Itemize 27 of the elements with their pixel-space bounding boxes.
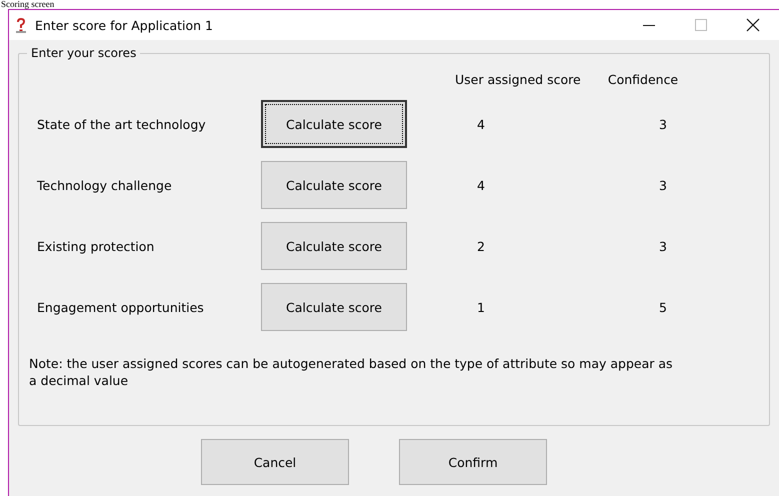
confidence-value: 3 [658, 116, 668, 132]
calculate-score-button[interactable]: Calculate score [261, 222, 407, 270]
close-icon [746, 18, 760, 32]
calculate-score-button[interactable]: Calculate score [261, 100, 407, 148]
column-header: Confidence [606, 72, 680, 87]
row-label: Engagement opportunities [37, 300, 205, 314]
calculate-score-button[interactable]: Calculate score [261, 161, 407, 209]
confidence-value: 3 [658, 238, 668, 254]
row-label: Technology challenge [37, 178, 173, 192]
group-legend: Enter your scores [27, 46, 140, 60]
window-title: Enter score for Application 1 [35, 18, 214, 32]
dialog-button[interactable]: Cancel [201, 439, 349, 485]
score-value: 4 [476, 116, 486, 132]
question-mark-icon [15, 17, 27, 33]
score-value: 2 [476, 238, 486, 254]
column-header: User assigned score [454, 72, 582, 87]
score-value: 4 [476, 178, 486, 192]
calculate-score-button[interactable]: Calculate score [261, 283, 407, 331]
dialog-button[interactable]: Confirm [399, 439, 547, 485]
score-value: 1 [476, 300, 486, 314]
row-label: State of the art technology [37, 116, 207, 132]
confidence-value: 3 [658, 178, 668, 192]
note-text: Note: the user assigned scores can be autogenerated based on the type of attribute so may appear as a decimal value [29, 355, 674, 389]
confidence-value: 5 [658, 300, 668, 314]
caption: Scoring screen [0, 0, 54, 9]
maximize-icon [695, 19, 707, 31]
row-label: Existing protection [37, 238, 156, 254]
